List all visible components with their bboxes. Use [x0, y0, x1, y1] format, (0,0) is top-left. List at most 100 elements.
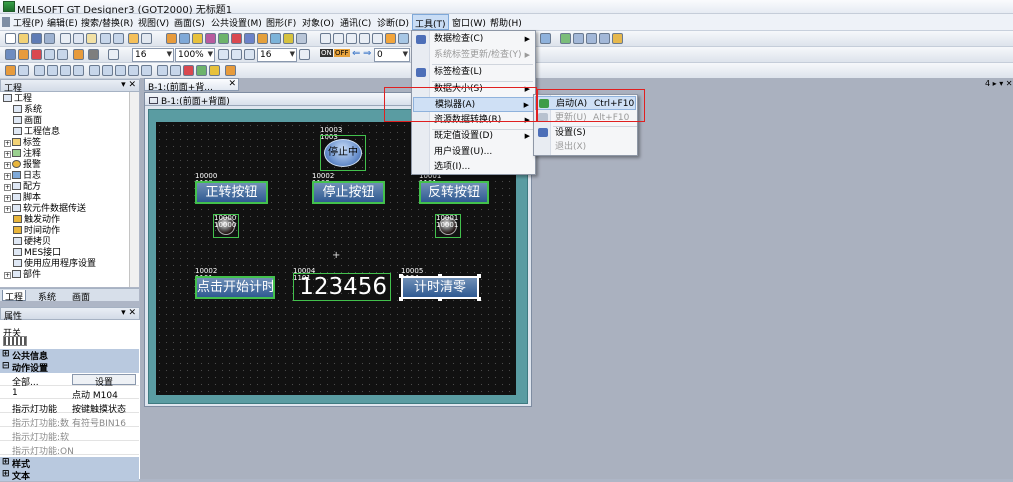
menu-object[interactable]: 对象(O) — [302, 16, 334, 29]
menu-item-default-settings[interactable]: 既定值设置(D) ▶ — [413, 129, 534, 144]
tool-icon-5[interactable] — [599, 33, 610, 44]
open-icon[interactable] — [18, 33, 29, 44]
arrow-right-icon[interactable]: ⇒ — [363, 48, 371, 59]
tool-icon-4[interactable] — [586, 33, 597, 44]
tree-item-alarm[interactable]: + 报警 — [4, 160, 41, 171]
undo-icon[interactable] — [100, 33, 111, 44]
object-icon-8[interactable] — [102, 65, 113, 76]
menu-communication[interactable]: 通讯(C) — [340, 16, 371, 29]
reverse-button[interactable]: 反转按钮 — [419, 181, 489, 204]
tree-item-parts[interactable]: + 部件 — [4, 270, 41, 281]
status-button[interactable]: 停止中 — [320, 135, 366, 171]
tree-item-hardcopy[interactable]: 硬拷贝 — [13, 237, 51, 248]
expand-icon[interactable]: + — [4, 162, 11, 169]
menu-diagnosis[interactable]: 诊断(D) — [377, 16, 409, 29]
menu-figure[interactable]: 图形(F) — [266, 16, 296, 29]
color-icon[interactable] — [88, 49, 99, 60]
print-icon[interactable] — [44, 33, 55, 44]
section-common-info[interactable]: ⊞ 公共信息 — [0, 349, 139, 362]
tree-item-screen[interactable]: 画面 — [13, 116, 42, 127]
screen-icon-10[interactable] — [283, 33, 294, 44]
timer-start-button[interactable]: 点击开始计时 — [195, 276, 275, 299]
grid-size-select[interactable]: 16 ▼ — [132, 48, 174, 62]
tree-item-time-action[interactable]: 时间动作 — [13, 226, 60, 237]
zoom-out-icon[interactable] — [231, 49, 242, 60]
figure-icon-1[interactable] — [5, 49, 16, 60]
screen-icon-4[interactable] — [205, 33, 216, 44]
menu-screen[interactable]: 画面(S) — [174, 16, 205, 29]
tree-item-recipe[interactable]: + 配方 — [4, 182, 41, 193]
layer-icon-1[interactable] — [320, 33, 331, 44]
figure-icon-2[interactable] — [18, 49, 29, 60]
object-icon-9[interactable] — [115, 65, 126, 76]
stop-button[interactable]: 停止按钮 — [312, 181, 385, 204]
selection-handle[interactable] — [477, 274, 481, 278]
menu-edit[interactable]: 编辑(E) — [47, 16, 78, 29]
expand-icon[interactable]: + — [4, 195, 11, 202]
object-icon-2[interactable] — [18, 65, 29, 76]
tree-item-tag[interactable]: + 标签 — [4, 138, 41, 149]
arrow-left-icon[interactable]: ⇐ — [352, 48, 360, 59]
screen-icon-5[interactable] — [218, 33, 229, 44]
expand-icon[interactable]: + — [4, 272, 11, 279]
object-icon-17[interactable] — [225, 65, 236, 76]
on-state-toggle[interactable]: ON — [320, 49, 333, 57]
tree-item-mes[interactable]: MES接口 — [13, 248, 61, 259]
layer-icon-4[interactable] — [359, 33, 370, 44]
menu-item-user-settings[interactable]: 用户设置(U)... — [413, 145, 534, 160]
object-icon-10[interactable] — [128, 65, 139, 76]
line-style-icon[interactable] — [299, 49, 310, 60]
tool-icon-6[interactable] — [612, 33, 623, 44]
screen-icon-9[interactable] — [270, 33, 281, 44]
expand-icon[interactable]: + — [4, 184, 11, 191]
selection-handle[interactable] — [399, 297, 403, 301]
object-icon-6[interactable] — [73, 65, 84, 76]
forward-button[interactable]: 正转按钮 — [195, 181, 268, 204]
zoom-in-icon[interactable] — [218, 49, 229, 60]
menu-window[interactable]: 窗口(W) — [452, 16, 486, 29]
selection-handle[interactable] — [438, 274, 442, 278]
tool-icon-1[interactable] — [540, 33, 551, 44]
menu-item-options[interactable]: 选项(I)... — [413, 160, 534, 175]
menu-item-system-tag-update[interactable]: 系统标签更新/检查(Y) ▶ — [413, 48, 534, 63]
expand-icon[interactable]: + — [4, 173, 11, 180]
font-size-select[interactable]: 16 ▼ — [257, 48, 297, 62]
object-icon-5[interactable] — [60, 65, 71, 76]
selection-handle[interactable] — [477, 297, 481, 301]
object-icon-15[interactable] — [196, 65, 207, 76]
tree-item-app-settings[interactable]: 使用应用程序设置 — [13, 259, 96, 270]
screen-icon-3[interactable] — [192, 33, 203, 44]
close-icon[interactable]: ▾ ✕ — [121, 80, 136, 90]
prop-row-all[interactable]: 全部... 设置 — [0, 374, 139, 388]
menu-item-data-check[interactable]: 数据检查(C) ▶ — [413, 32, 534, 47]
tree-scrollbar[interactable] — [129, 92, 139, 287]
menu-project[interactable]: 工程(P) — [13, 16, 43, 29]
tree-item-script[interactable]: + 脚本 — [4, 193, 41, 204]
layer-icon-3[interactable] — [346, 33, 357, 44]
menu-help[interactable]: 帮助(H) — [490, 16, 522, 29]
redo-icon[interactable] — [113, 33, 124, 44]
tab-screen[interactable]: 画面 — [70, 290, 92, 303]
expand-icon[interactable]: + — [4, 151, 11, 158]
object-icon-1[interactable] — [5, 65, 16, 76]
menu-tools[interactable]: 工具(T) — [412, 14, 449, 30]
screen-icon-6[interactable] — [231, 33, 242, 44]
save-icon[interactable] — [31, 33, 42, 44]
selection-handle[interactable] — [399, 274, 403, 278]
object-icon-14[interactable] — [183, 65, 194, 76]
tool-icon-2[interactable] — [560, 33, 571, 44]
section-text[interactable]: ⊞ 文本 — [0, 469, 139, 482]
cut-icon[interactable] — [60, 33, 71, 44]
tree-item-system[interactable]: 系统 — [13, 105, 42, 116]
screen-icon-8[interactable] — [257, 33, 268, 44]
menu-item-tag-check[interactable]: 标签检查(L) — [413, 65, 534, 80]
screen-icon-7[interactable] — [244, 33, 255, 44]
figure-icon-5[interactable] — [57, 49, 68, 60]
layer-icon-7[interactable] — [398, 33, 409, 44]
screen-icon-1[interactable] — [166, 33, 177, 44]
section-style[interactable]: ⊞ 样式 — [0, 457, 139, 470]
object-icon-12[interactable] — [157, 65, 168, 76]
numeric-display[interactable]: 123456 — [293, 273, 391, 301]
object-icon-3[interactable] — [34, 65, 45, 76]
layer-icon-5[interactable] — [372, 33, 383, 44]
